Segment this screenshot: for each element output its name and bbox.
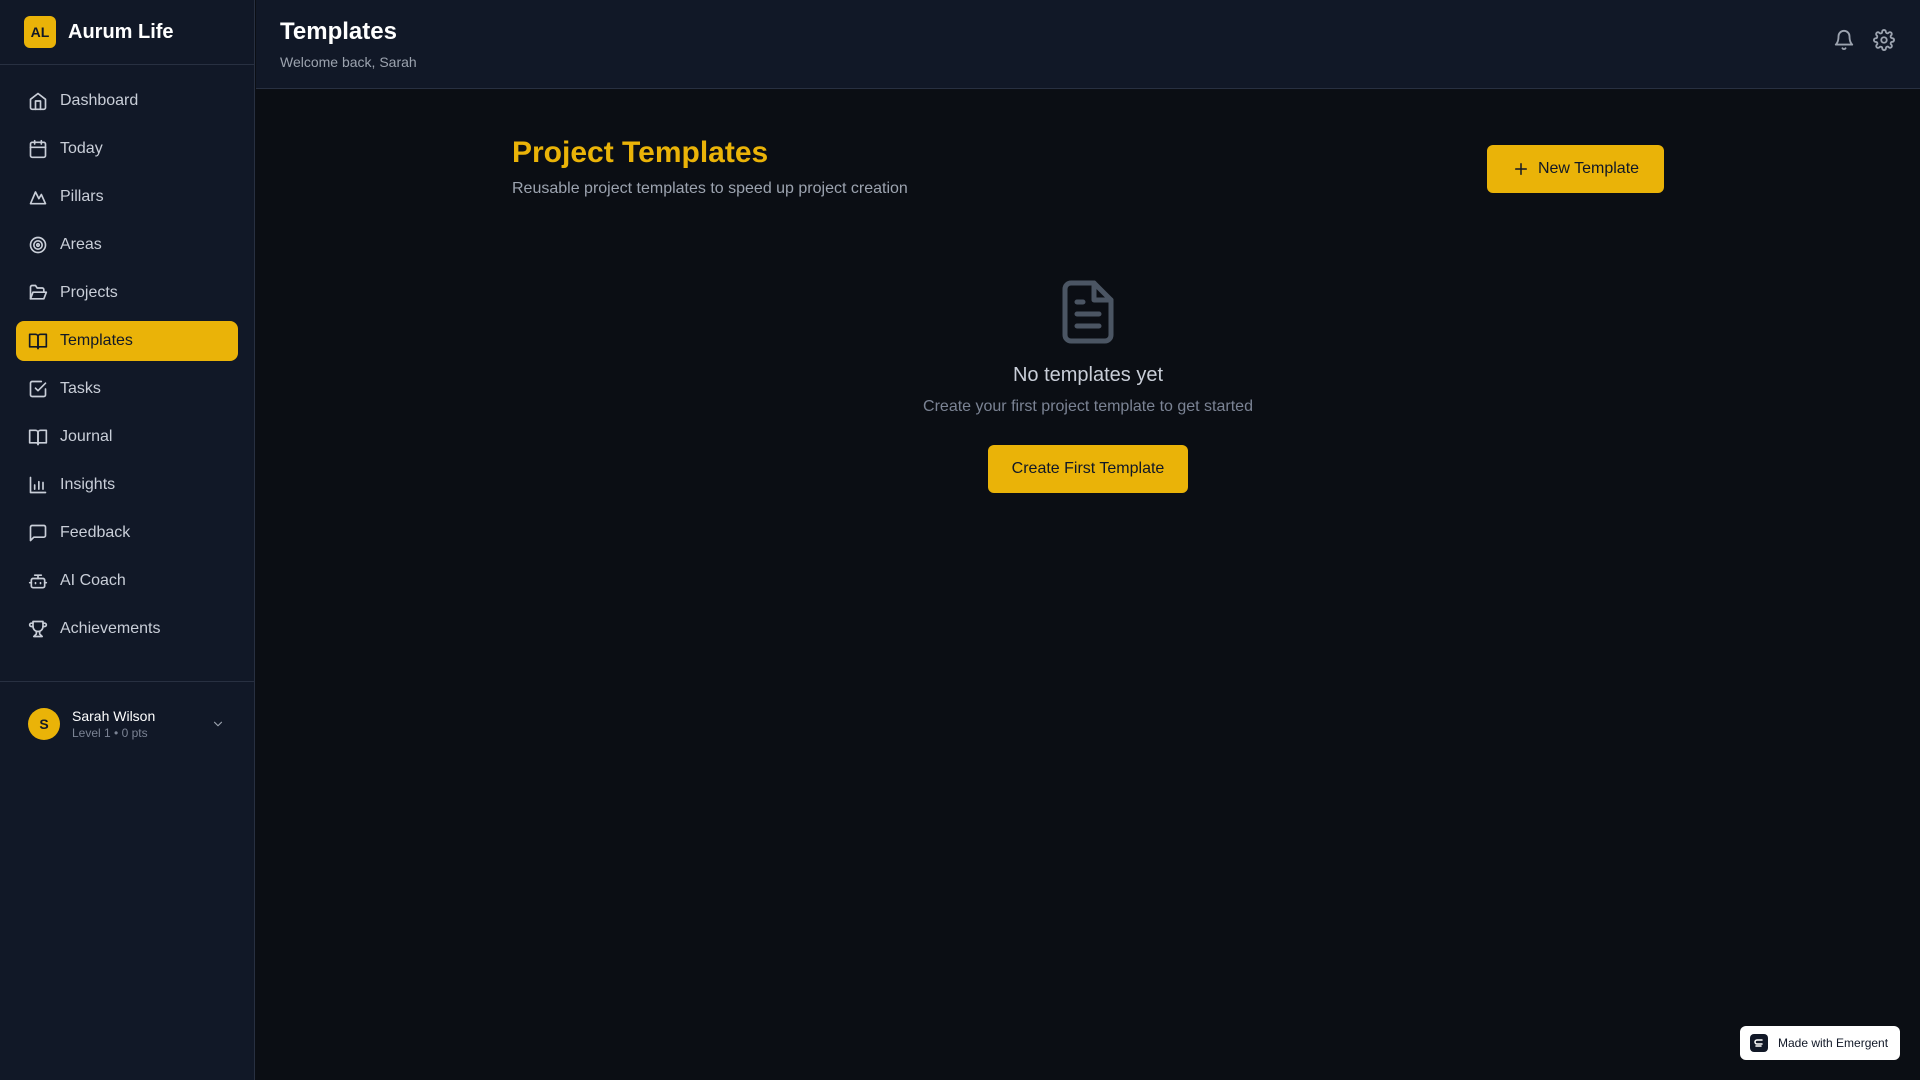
- sidebar-item-feedback[interactable]: Feedback: [16, 513, 238, 553]
- sidebar-item-projects[interactable]: Projects: [16, 273, 238, 313]
- bar-chart-icon: [28, 475, 48, 495]
- sidebar-item-templates[interactable]: Templates: [16, 321, 238, 361]
- sidebar-item-label: Dashboard: [60, 92, 139, 109]
- bot-icon: [28, 571, 48, 591]
- brand-logo: AL: [24, 16, 56, 48]
- sidebar-item-label: Templates: [60, 332, 133, 349]
- target-icon: [28, 235, 48, 255]
- empty-state-title: No templates yet: [1012, 364, 1164, 386]
- bell-icon: [1833, 29, 1855, 56]
- sidebar-item-dashboard[interactable]: Dashboard: [16, 81, 238, 121]
- top-header: Templates Welcome back, Sarah: [256, 0, 1920, 89]
- sidebar-item-journal[interactable]: Journal: [16, 417, 238, 457]
- sidebar-item-label: Pillars: [60, 188, 104, 205]
- sidebar: AL Aurum Life Dashboard Today Pillars Ar…: [0, 0, 255, 1080]
- file-text-icon: [1062, 280, 1114, 344]
- check-square-icon: [28, 379, 48, 399]
- section-subtitle: Reusable project templates to speed up p…: [512, 180, 908, 197]
- trophy-icon: [28, 619, 48, 639]
- sidebar-item-tasks[interactable]: Tasks: [16, 369, 238, 409]
- sidebar-item-areas[interactable]: Areas: [16, 225, 238, 265]
- plus-icon: [1512, 160, 1530, 178]
- welcome-text: Welcome back, Sarah: [280, 54, 417, 70]
- made-with-emergent-badge[interactable]: Made with Emergent: [1740, 1026, 1900, 1060]
- section-title: Project Templates: [512, 136, 769, 169]
- brand[interactable]: AL Aurum Life: [0, 0, 254, 65]
- empty-state-description: Create your first project template to ge…: [923, 398, 1253, 415]
- user-info: Sarah Wilson Level 1 • 0 pts: [72, 707, 210, 741]
- sidebar-divider: [0, 681, 254, 682]
- notifications-button[interactable]: [1830, 28, 1858, 56]
- book-open-icon: [28, 331, 48, 351]
- sidebar-item-pillars[interactable]: Pillars: [16, 177, 238, 217]
- message-square-icon: [28, 523, 48, 543]
- sidebar-item-achievements[interactable]: Achievements: [16, 609, 238, 649]
- calendar-icon: [28, 139, 48, 159]
- book-open-icon: [28, 427, 48, 447]
- sidebar-item-label: Achievements: [60, 620, 161, 637]
- sidebar-item-label: Areas: [60, 236, 102, 253]
- new-template-label: New Template: [1537, 160, 1640, 177]
- sidebar-item-today[interactable]: Today: [16, 129, 238, 169]
- user-menu[interactable]: S Sarah Wilson Level 1 • 0 pts: [16, 696, 238, 752]
- sidebar-item-label: Journal: [60, 428, 113, 445]
- chevron-down-icon: [210, 716, 226, 732]
- sidebar-item-label: Projects: [60, 284, 118, 301]
- mountain-icon: [28, 187, 48, 207]
- sidebar-item-label: Feedback: [60, 524, 131, 541]
- brand-name: Aurum Life: [68, 20, 174, 43]
- sidebar-item-ai-coach[interactable]: AI Coach: [16, 561, 238, 601]
- folder-open-icon: [28, 283, 48, 303]
- new-template-button[interactable]: New Template: [1487, 145, 1664, 193]
- sidebar-nav: Dashboard Today Pillars Areas Projects T…: [0, 65, 254, 649]
- sidebar-item-label: Tasks: [60, 380, 101, 397]
- sidebar-item-label: Today: [60, 140, 103, 157]
- sidebar-item-insights[interactable]: Insights: [16, 465, 238, 505]
- home-icon: [28, 91, 48, 111]
- user-level: Level 1 • 0 pts: [72, 726, 148, 740]
- sidebar-item-label: Insights: [60, 476, 116, 493]
- create-first-template-button[interactable]: Create First Template: [988, 445, 1188, 493]
- gear-icon: [1873, 28, 1895, 56]
- emergent-logo-icon: [1750, 1034, 1768, 1052]
- settings-button[interactable]: [1870, 28, 1898, 56]
- avatar: S: [28, 708, 60, 740]
- sidebar-item-label: AI Coach: [60, 572, 126, 589]
- user-name: Sarah Wilson: [72, 708, 156, 724]
- page-title: Templates: [280, 18, 397, 45]
- made-with-label: Made with Emergent: [1778, 1036, 1889, 1050]
